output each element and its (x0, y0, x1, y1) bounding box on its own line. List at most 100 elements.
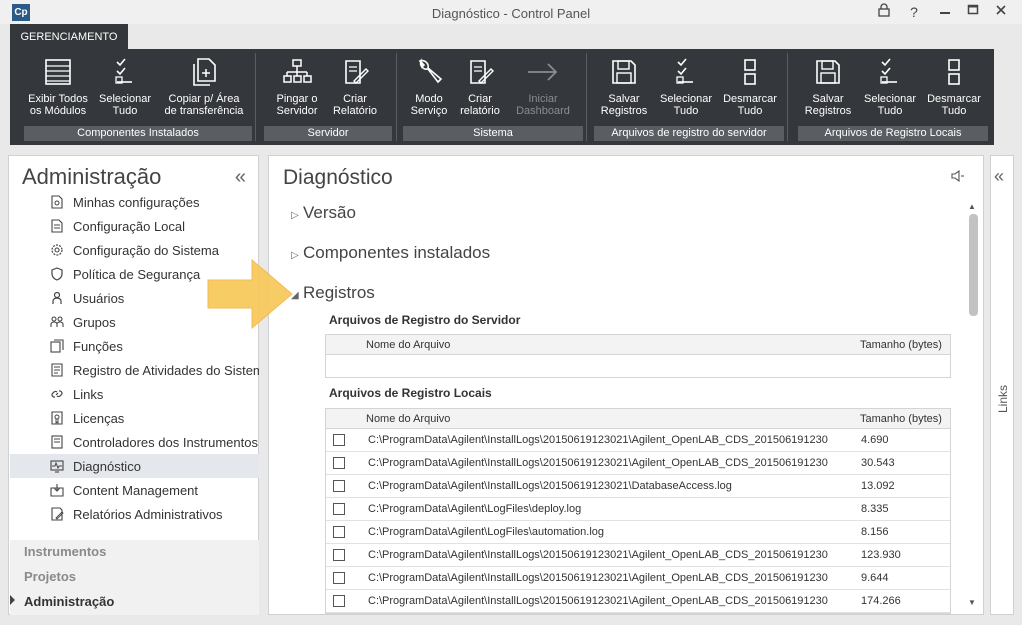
column-header-name[interactable]: Nome do Arquivo (366, 339, 450, 351)
section-logs[interactable]: ◢ Registros (291, 283, 375, 303)
deselect-all-server-logs-button[interactable]: Desmarcar Tudo (718, 55, 782, 123)
active-marker-icon (10, 595, 15, 605)
save-icon (612, 60, 636, 84)
nav-instruments[interactable]: Instrumentos (24, 544, 106, 559)
row-checkbox[interactable] (333, 457, 345, 469)
column-header-name[interactable]: Nome do Arquivo (366, 413, 450, 425)
lock-icon[interactable] (873, 2, 895, 22)
save-server-logs-button[interactable]: Salvar Registros (594, 55, 654, 123)
copy-icon (193, 58, 216, 86)
roles-icon (50, 339, 64, 353)
ribbon-divider (396, 53, 397, 141)
table-header: Nome do Arquivo Tamanho (bytes) (326, 335, 950, 355)
section-installed-components[interactable]: ▷ Componentes instalados (291, 243, 490, 263)
checklist-icon (115, 58, 132, 84)
group-icon (50, 316, 64, 327)
scroll-thumb[interactable] (969, 214, 978, 316)
nav-projects[interactable]: Projetos (24, 569, 76, 584)
sidebar-item-admin-reports[interactable]: Relatórios Administrativos (10, 502, 259, 526)
link-icon (51, 390, 63, 398)
help-icon[interactable]: ? (903, 2, 925, 22)
save-icon (816, 60, 840, 84)
group-label-server-logs: Arquivos de registro do servidor (594, 126, 784, 141)
create-server-report-button[interactable]: Criar Relatório (325, 55, 385, 123)
panel-title: Administração (22, 164, 162, 189)
ribbon-divider (787, 53, 788, 141)
ping-server-button[interactable]: Pingar o Servidor (267, 55, 327, 123)
table-row: C:\ProgramData\Agilent\InstallLogs\20150… (326, 429, 950, 452)
sidebar-item-my-settings[interactable]: Minhas configurações (10, 190, 259, 214)
content-icon (50, 484, 64, 497)
wrench-icon (418, 57, 443, 84)
admin-report-icon (51, 507, 64, 521)
row-checkbox[interactable] (333, 434, 345, 446)
save-local-logs-button[interactable]: Salvar Registros (798, 55, 858, 123)
sidebar-item-links[interactable]: Links (10, 382, 259, 406)
tab-gerenciamento[interactable]: GERENCIAMENTO (10, 24, 128, 49)
table-row: C:\ProgramData\Agilent\LogFiles\deploy.l… (326, 498, 950, 521)
bottom-navigation: Instrumentos Projetos Administração (10, 540, 259, 615)
column-header-size[interactable]: Tamanho (bytes) (860, 339, 942, 351)
title-bar: Cp Diagnóstico - Control Panel ? (0, 0, 1022, 24)
window-title: Diagnóstico - Control Panel (431, 6, 591, 21)
list-icon (45, 59, 71, 85)
column-header-size[interactable]: Tamanho (bytes) (860, 413, 942, 425)
user-icon (52, 291, 62, 304)
license-icon (51, 411, 63, 425)
sidebar-item-activity-log[interactable]: Registro de Atividades do Sistema (10, 358, 259, 382)
network-icon (283, 59, 312, 83)
row-checkbox[interactable] (333, 526, 345, 538)
select-all-components-button[interactable]: Selecionar Tudo (94, 55, 156, 123)
row-checkbox[interactable] (333, 595, 345, 607)
collapse-icon[interactable]: « (235, 166, 246, 189)
local-logs-table: Nome do Arquivo Tamanho (bytes) C:\Progr… (325, 408, 951, 614)
select-all-local-logs-button[interactable]: Selecionar Tudo (860, 55, 920, 123)
expand-links-icon[interactable]: « (994, 166, 1004, 187)
maximize-icon[interactable] (962, 2, 984, 22)
ribbon: Exibir Todos os Módulos Selecionar Tudo … (10, 49, 994, 145)
uncheck-icon (948, 59, 960, 85)
row-checkbox[interactable] (333, 480, 345, 492)
sidebar-item-roles[interactable]: Funções (10, 334, 259, 358)
section-version[interactable]: ▷ Versão (291, 203, 356, 223)
copy-to-clipboard-button[interactable]: Copiar p/ Área de transferência (160, 55, 248, 123)
row-checkbox[interactable] (333, 549, 345, 561)
checklist-icon (676, 58, 693, 84)
row-checkbox[interactable] (333, 572, 345, 584)
diagnostics-panel: Diagnóstico ▷ Versão ▷ Componentes instala… (268, 155, 984, 615)
table-row: C:\ProgramData\Agilent\InstallLogs\20150… (326, 544, 950, 567)
sidebar-item-instrument-controllers[interactable]: Controladores dos Instrumentos (10, 430, 259, 454)
start-dashboard-button[interactable]: Iniciar Dashboard (510, 55, 576, 123)
controller-icon (51, 435, 63, 449)
shield-icon (51, 267, 63, 281)
speaker-icon[interactable] (951, 170, 965, 182)
minimize-icon[interactable] (934, 2, 956, 22)
local-logs-title: Arquivos de Registro Locais (329, 386, 492, 400)
scroll-up-icon[interactable]: ▲ (968, 202, 976, 211)
navigation-panel: Administração « Minhas configurações Con… (8, 155, 259, 615)
links-panel[interactable]: « Links (990, 155, 1014, 615)
server-logs-table: Nome do Arquivo Tamanho (bytes) (325, 334, 951, 378)
close-icon[interactable] (990, 2, 1012, 22)
scroll-down-icon[interactable]: ▼ (968, 598, 976, 607)
ribbon-divider (586, 53, 587, 141)
group-label-local-logs: Arquivos de Registro Locais (798, 126, 988, 141)
nav-administration[interactable]: Administração (24, 594, 114, 609)
sidebar-item-licenses[interactable]: Licenças (10, 406, 259, 430)
sidebar-item-diagnostics[interactable]: Diagnóstico (10, 454, 259, 478)
show-all-modules-button[interactable]: Exibir Todos os Módulos (24, 55, 92, 123)
activity-log-icon (51, 363, 63, 377)
row-checkbox[interactable] (333, 503, 345, 515)
deselect-all-local-logs-button[interactable]: Desmarcar Tudo (922, 55, 986, 123)
sidebar-item-local-config[interactable]: Configuração Local (10, 214, 259, 238)
links-panel-label: Links (996, 385, 1010, 414)
select-all-server-logs-button[interactable]: Selecionar Tudo (656, 55, 716, 123)
sidebar-item-content-management[interactable]: Content Management (10, 478, 259, 502)
group-label-system: Sistema (403, 126, 583, 141)
create-system-report-button[interactable]: Criar relatório (455, 55, 505, 123)
group-label-installed-components: Componentes Instalados (24, 126, 252, 141)
service-mode-button[interactable]: Modo Serviço (404, 55, 454, 123)
table-row: C:\ProgramData\Agilent\InstallLogs\20150… (326, 567, 950, 590)
vertical-scrollbar[interactable]: ▲ ▼ (967, 200, 979, 610)
report-icon (345, 60, 369, 84)
